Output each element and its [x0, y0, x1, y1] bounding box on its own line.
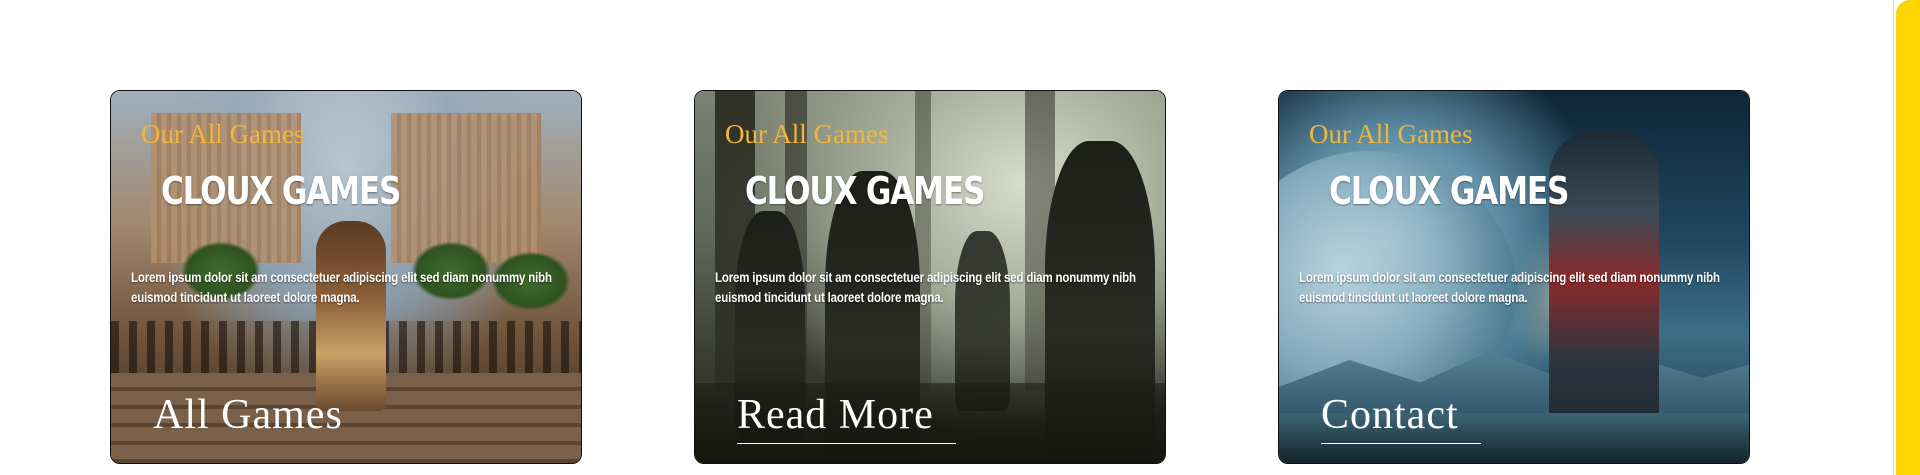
- card-description: Lorem ipsum dolor sit am consectetuer ad…: [1299, 269, 1720, 305]
- page: Our All Games CLOUX GAMES Lorem ipsum do…: [0, 0, 1920, 475]
- game-card-contact[interactable]: Our All Games CLOUX GAMES Lorem ipsum do…: [1278, 90, 1750, 464]
- page-scrollbar[interactable]: [1893, 0, 1920, 475]
- read-more-link[interactable]: Read More: [737, 391, 956, 444]
- card-description: Lorem ipsum dolor sit am consectetuer ad…: [131, 269, 552, 305]
- scrollbar-thumb[interactable]: [1896, 0, 1920, 475]
- card-brand-title: CLOUX GAMES: [1329, 169, 1569, 213]
- game-card-all-games[interactable]: Our All Games CLOUX GAMES Lorem ipsum do…: [110, 90, 582, 464]
- card-subtitle: Our All Games: [725, 119, 889, 149]
- card-brand-title: CLOUX GAMES: [161, 169, 401, 213]
- game-card-read-more[interactable]: Our All Games CLOUX GAMES Lorem ipsum do…: [694, 90, 1166, 464]
- card-brand-title: CLOUX GAMES: [745, 169, 985, 213]
- card-subtitle: Our All Games: [141, 119, 305, 149]
- card-description: Lorem ipsum dolor sit am consectetuer ad…: [715, 269, 1136, 305]
- card-subtitle: Our All Games: [1309, 119, 1473, 149]
- all-games-link[interactable]: All Games: [153, 391, 343, 443]
- contact-link[interactable]: Contact: [1321, 391, 1481, 444]
